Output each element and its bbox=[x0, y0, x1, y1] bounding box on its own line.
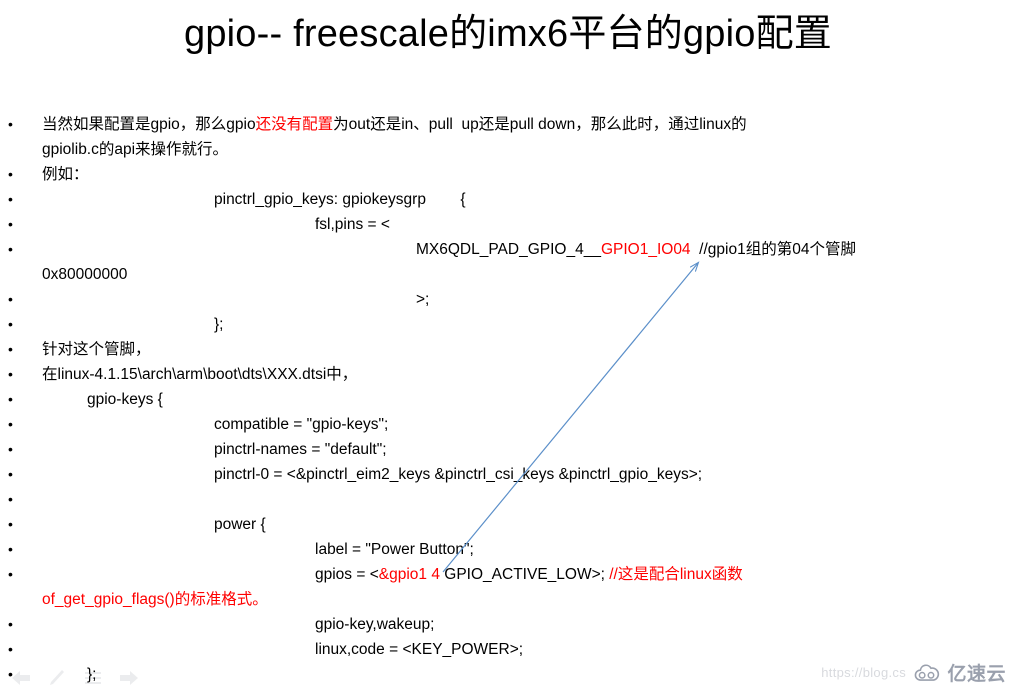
line-text: fsl,pins = < bbox=[42, 212, 390, 237]
bullet-line: pinctrl-0 = <&pinctrl_eim2_keys &pinctrl… bbox=[0, 462, 1016, 487]
line-text: label = "Power Button"; bbox=[42, 537, 474, 562]
wrapped-line-text: gpiolib.c的api来操作就行。 bbox=[42, 141, 229, 158]
line-text: gpio-key,wakeup; bbox=[42, 612, 434, 637]
line-text: 例如： bbox=[42, 166, 89, 183]
menu-icon[interactable] bbox=[82, 668, 104, 688]
brand-logo: 亿速云 bbox=[912, 659, 1006, 686]
line-text: linux,code = <KEY_POWER>; bbox=[42, 637, 523, 662]
highlighted-text: &gpio1 4 bbox=[378, 566, 440, 583]
plain-text: GPIO_ACTIVE_LOW>; bbox=[439, 566, 610, 583]
plain-text: pinctrl-0 = <&pinctrl_eim2_keys &pinctrl… bbox=[214, 466, 703, 483]
bullet-line: fsl,pins = < bbox=[0, 212, 1016, 237]
next-slide-icon[interactable] bbox=[118, 668, 140, 688]
plain-text: fsl,pins = < bbox=[315, 216, 390, 233]
slide-body-list: 当然如果配置是gpio，那么gpio还没有配置为out还是in、pull up还… bbox=[0, 112, 1016, 687]
bullet-line: }; bbox=[0, 312, 1016, 337]
highlighted-text: 还没有配置 bbox=[255, 116, 334, 133]
bullet-line: gpio-key,wakeup; bbox=[0, 612, 1016, 637]
plain-text: }; bbox=[214, 316, 224, 333]
bullet-line: >; bbox=[0, 287, 1016, 312]
plain-text: power { bbox=[214, 516, 266, 533]
watermark-url: https://blog.cs bbox=[821, 665, 906, 680]
line-text: 针对这个管脚， bbox=[42, 341, 151, 358]
plain-text: pinctrl_gpio_keys: gpiokeysgrp { bbox=[214, 191, 466, 208]
bullet-line: 例如： bbox=[0, 162, 1016, 187]
line-text: MX6QDL_PAD_GPIO_4__GPIO1_IO04 //gpio1组的第… bbox=[42, 237, 856, 262]
bullet-line: compatible = "gpio-keys"; bbox=[0, 412, 1016, 437]
bullet-line: gpios = <&gpio1 4 GPIO_ACTIVE_LOW>; //这是… bbox=[0, 562, 1016, 587]
plain-text: 为out还是in、pull up还是pull down，那么此时，通过linux… bbox=[333, 116, 747, 133]
line-text: pinctrl_gpio_keys: gpiokeysgrp { bbox=[42, 187, 466, 212]
line-text: gpios = <&gpio1 4 GPIO_ACTIVE_LOW>; //这是… bbox=[42, 562, 743, 587]
line-text: power { bbox=[42, 512, 266, 537]
wrapped-line-text: 0x80000000 bbox=[42, 266, 128, 283]
plain-text: //gpio1组的第04个管脚 bbox=[690, 241, 856, 258]
bullet-line: power { bbox=[0, 512, 1016, 537]
bullet-line: label = "Power Button"; bbox=[0, 537, 1016, 562]
bullet-line: gpio-keys { bbox=[0, 387, 1016, 412]
bullet-line: 当然如果配置是gpio，那么gpio还没有配置为out还是in、pull up还… bbox=[0, 112, 1016, 137]
line-text: pinctrl-0 = <&pinctrl_eim2_keys &pinctrl… bbox=[42, 462, 702, 487]
line-text: gpio-keys { bbox=[42, 387, 163, 412]
bullet-line: 在linux-4.1.15\arch\arm\boot\dts\XXX.dtsi… bbox=[0, 362, 1016, 387]
plain-text: compatible = "gpio-keys"; bbox=[214, 416, 389, 433]
line-text: >; bbox=[42, 287, 429, 312]
slideshow-nav-controls[interactable] bbox=[10, 668, 140, 688]
wrapped-line-text: of_get_gpio_flags()的标准格式。 bbox=[42, 591, 268, 608]
line-text: pinctrl-names = "default"; bbox=[42, 437, 387, 462]
previous-slide-icon[interactable] bbox=[10, 668, 32, 688]
plain-text: gpio-keys { bbox=[87, 391, 163, 408]
plain-text: >; bbox=[416, 291, 430, 308]
bullet-line: pinctrl_gpio_keys: gpiokeysgrp { bbox=[0, 187, 1016, 212]
highlighted-text: //这是配合linux函数 bbox=[609, 566, 743, 583]
plain-text: linux,code = <KEY_POWER>; bbox=[315, 641, 524, 658]
plain-text: 在linux-4.1.15\arch\arm\boot\dts\XXX.dtsi… bbox=[42, 366, 358, 383]
presentation-slide: gpio-- freescale的imx6平台的gpio配置 当然如果配置是gp… bbox=[0, 0, 1016, 696]
plain-text: gpio-key,wakeup; bbox=[315, 616, 435, 633]
bullet-line: linux,code = <KEY_POWER>; bbox=[0, 637, 1016, 662]
plain-text: pinctrl-names = "default"; bbox=[214, 441, 387, 458]
page-title: gpio-- freescale的imx6平台的gpio配置 bbox=[184, 13, 832, 55]
bullet-line: MX6QDL_PAD_GPIO_4__GPIO1_IO04 //gpio1组的第… bbox=[0, 237, 1016, 262]
highlighted-text: GPIO1_IO04 bbox=[600, 241, 691, 258]
plain-text: 例如： bbox=[42, 166, 89, 183]
bullet-line: pinctrl-names = "default"; bbox=[0, 437, 1016, 462]
plain-text: label = "Power Button"; bbox=[315, 541, 474, 558]
brand-name: 亿速云 bbox=[947, 664, 1006, 685]
line-text: 在linux-4.1.15\arch\arm\boot\dts\XXX.dtsi… bbox=[42, 366, 357, 383]
cloud-icon bbox=[915, 663, 940, 681]
bullet-line bbox=[0, 487, 1016, 512]
line-text: 当然如果配置是gpio，那么gpio还没有配置为out还是in、pull up还… bbox=[42, 116, 747, 133]
plain-text: 针对这个管脚， bbox=[42, 341, 151, 358]
plain-text: gpios = < bbox=[315, 566, 379, 583]
line-text: }; bbox=[42, 312, 223, 337]
line-text: compatible = "gpio-keys"; bbox=[42, 412, 388, 437]
plain-text: 当然如果配置是gpio，那么gpio bbox=[42, 116, 256, 133]
pen-tool-icon[interactable] bbox=[46, 668, 68, 688]
bullet-line: 针对这个管脚， bbox=[0, 337, 1016, 362]
plain-text: MX6QDL_PAD_GPIO_4__ bbox=[416, 241, 601, 258]
